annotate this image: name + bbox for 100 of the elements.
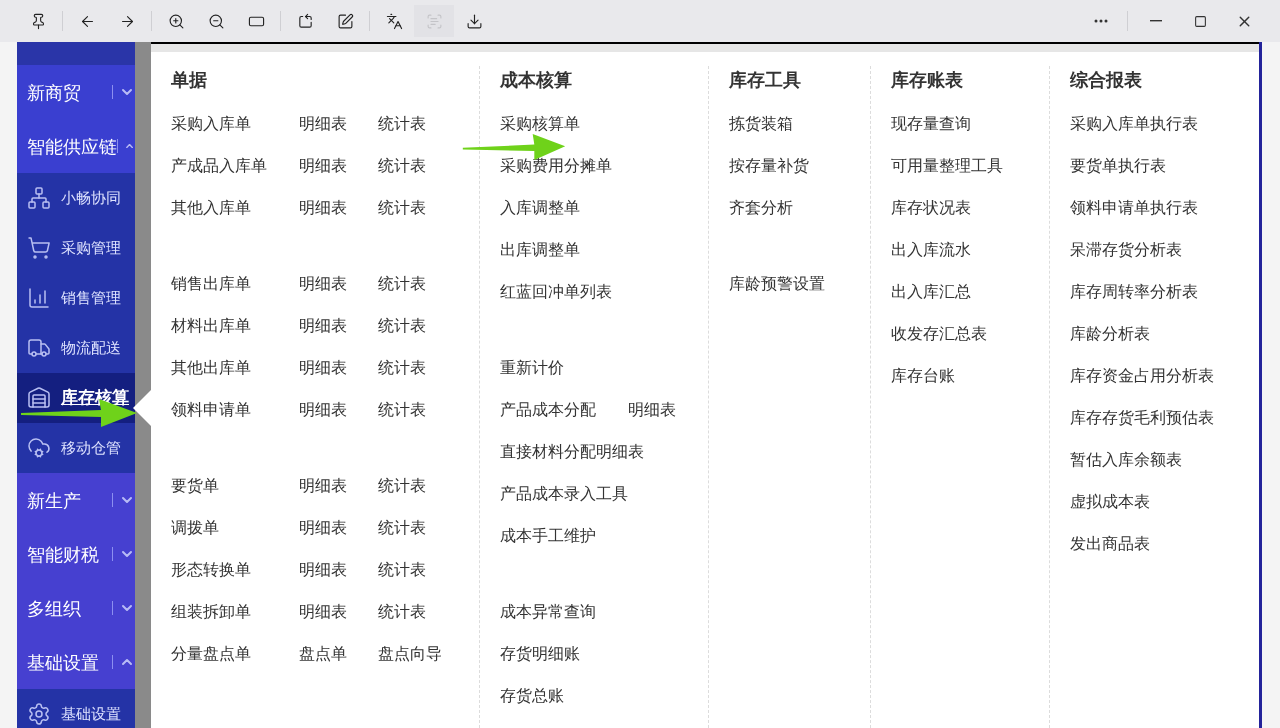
menu-link[interactable]: 库龄分析表 [1070, 322, 1150, 346]
menu-link[interactable]: 统计表 [378, 272, 426, 296]
menu-link[interactable]: 采购入库单执行表 [1070, 112, 1198, 136]
menu-link[interactable]: 按存量补货 [729, 154, 809, 178]
menu-link[interactable]: 产成品入库单 [171, 154, 299, 178]
menu-link[interactable]: 明细表 [299, 314, 378, 338]
warehouse-icon [27, 386, 51, 410]
menu-link[interactable]: 库存存货毛利预估表 [1070, 406, 1214, 430]
menu-link[interactable]: 成本手工维护 [500, 524, 596, 548]
truck-icon [27, 336, 51, 360]
menu-link[interactable]: 统计表 [378, 558, 426, 582]
menu-link[interactable]: 呆滞存货分析表 [1070, 238, 1182, 262]
menu-link[interactable]: 产品成本分配 [500, 398, 628, 422]
menu-link[interactable]: 产品成本录入工具 [500, 482, 628, 506]
bar-chart-icon [27, 286, 51, 310]
translate-icon [385, 12, 403, 30]
menu-link[interactable]: 领料申请单执行表 [1070, 196, 1198, 220]
menu-link[interactable]: 统计表 [378, 398, 426, 422]
menu-link[interactable]: 要货单执行表 [1070, 154, 1166, 178]
menu-column-title: 库存账表 [891, 68, 964, 92]
menu-link[interactable]: 重新计价 [500, 356, 564, 380]
cart-icon [27, 236, 51, 260]
sidebar-item[interactable]: 小畅协同 [17, 173, 135, 223]
menu-link[interactable]: 统计表 [378, 112, 426, 136]
menu-link[interactable]: 其他出库单 [171, 356, 299, 380]
menu-link[interactable]: 采购核算单 [500, 112, 580, 136]
download-icon [465, 12, 483, 30]
sidebar-item[interactable]: 移动仓管 [17, 423, 135, 473]
menu-link[interactable]: 统计表 [378, 474, 426, 498]
menu-link[interactable]: 其他入库单 [171, 196, 299, 220]
menu-link[interactable]: 出入库汇总 [891, 280, 971, 304]
menu-link[interactable]: 明细表 [299, 272, 378, 296]
menu-link[interactable]: 入库调整单 [500, 196, 580, 220]
menu-link[interactable]: 领料申请单 [171, 398, 299, 422]
menu-column-title: 成本核算 [500, 68, 573, 92]
menu-link[interactable]: 齐套分析 [729, 196, 793, 220]
menu-link[interactable]: 统计表 [378, 600, 426, 624]
menu-link[interactable]: 可用量整理工具 [891, 154, 1003, 178]
menu-link[interactable]: 采购入库单 [171, 112, 299, 136]
sidebar-section[interactable]: 新生产 [17, 473, 135, 527]
menu-link[interactable]: 收发存汇总表 [891, 322, 987, 346]
edit-icon [336, 12, 354, 30]
menu-link[interactable]: 材料出库单 [171, 314, 299, 338]
menu-link[interactable]: 库龄预警设置 [729, 272, 825, 296]
menu-column-title: 综合报表 [1070, 68, 1143, 92]
sidebar-item[interactable]: 销售管理 [17, 273, 135, 323]
menu-link[interactable]: 拣货装箱 [729, 112, 793, 136]
menu-link[interactable]: 存货总账 [500, 684, 564, 708]
menu-link[interactable]: 明细表 [628, 398, 676, 422]
zoom-in-icon [167, 12, 185, 30]
menu-link[interactable]: 直接材料分配明细表 [500, 440, 644, 464]
building-cloud-icon [27, 436, 51, 460]
sidebar-section[interactable]: 基础设置 [17, 635, 135, 689]
menu-link[interactable]: 盘点单 [299, 642, 378, 666]
menu-link[interactable]: 存货明细账 [500, 642, 580, 666]
menu-link[interactable]: 库存周转率分析表 [1070, 280, 1198, 304]
menu-link[interactable]: 明细表 [299, 474, 378, 498]
menu-link[interactable]: 统计表 [378, 356, 426, 380]
menu-link[interactable]: 暂估入库余额表 [1070, 448, 1182, 472]
menu-link[interactable]: 发出商品表 [1070, 532, 1150, 556]
rotate-icon [296, 12, 314, 30]
menu-link[interactable]: 统计表 [378, 516, 426, 540]
menu-link[interactable]: 现存量查询 [891, 112, 971, 136]
menu-link[interactable]: 盘点向导 [378, 642, 442, 666]
menu-link[interactable]: 统计表 [378, 154, 426, 178]
menu-link[interactable]: 统计表 [378, 314, 426, 338]
sidebar-section[interactable]: 多组织 [17, 581, 135, 635]
menu-link[interactable]: 库存台账 [891, 364, 955, 388]
people-network-icon [27, 186, 51, 210]
menu-link[interactable]: 出库调整单 [500, 238, 580, 262]
more-icon [1094, 19, 1108, 23]
menu-link[interactable]: 统计表 [378, 196, 426, 220]
menu-link[interactable]: 采购费用分摊单 [500, 154, 612, 178]
menu-link[interactable]: 明细表 [299, 558, 378, 582]
menu-link[interactable]: 明细表 [299, 112, 378, 136]
menu-link[interactable]: 红蓝回冲单列表 [500, 280, 612, 304]
menu-link[interactable]: 出入库流水 [891, 238, 971, 262]
sidebar-item[interactable]: 采购管理 [17, 223, 135, 273]
menu-link[interactable]: 要货单 [171, 474, 299, 498]
sidebar-item[interactable]: 基础设置 [17, 689, 135, 728]
sidebar-item[interactable]: 物流配送 [17, 323, 135, 373]
menu-link[interactable]: 明细表 [299, 398, 378, 422]
menu-link[interactable]: 成本异常查询 [500, 600, 596, 624]
menu-link[interactable]: 明细表 [299, 516, 378, 540]
menu-link[interactable]: 明细表 [299, 600, 378, 624]
menu-link[interactable]: 虚拟成本表 [1070, 490, 1150, 514]
menu-link[interactable]: 分量盘点单 [171, 642, 299, 666]
menu-link[interactable]: 库存资金占用分析表 [1070, 364, 1214, 388]
gear-icon [27, 702, 51, 726]
menu-link[interactable]: 明细表 [299, 154, 378, 178]
menu-link[interactable]: 明细表 [299, 196, 378, 220]
sidebar-section[interactable]: 智能财税 [17, 527, 135, 581]
menu-link[interactable]: 明细表 [299, 356, 378, 380]
menu-link[interactable]: 库存状况表 [891, 196, 971, 220]
menu-link[interactable]: 调拨单 [171, 516, 299, 540]
maximize-icon [1193, 14, 1207, 28]
menu-link[interactable]: 形态转换单 [171, 558, 299, 582]
menu-link[interactable]: 组装拆卸单 [171, 600, 299, 624]
scan-text-icon [425, 12, 443, 30]
menu-link[interactable]: 销售出库单 [171, 272, 299, 296]
